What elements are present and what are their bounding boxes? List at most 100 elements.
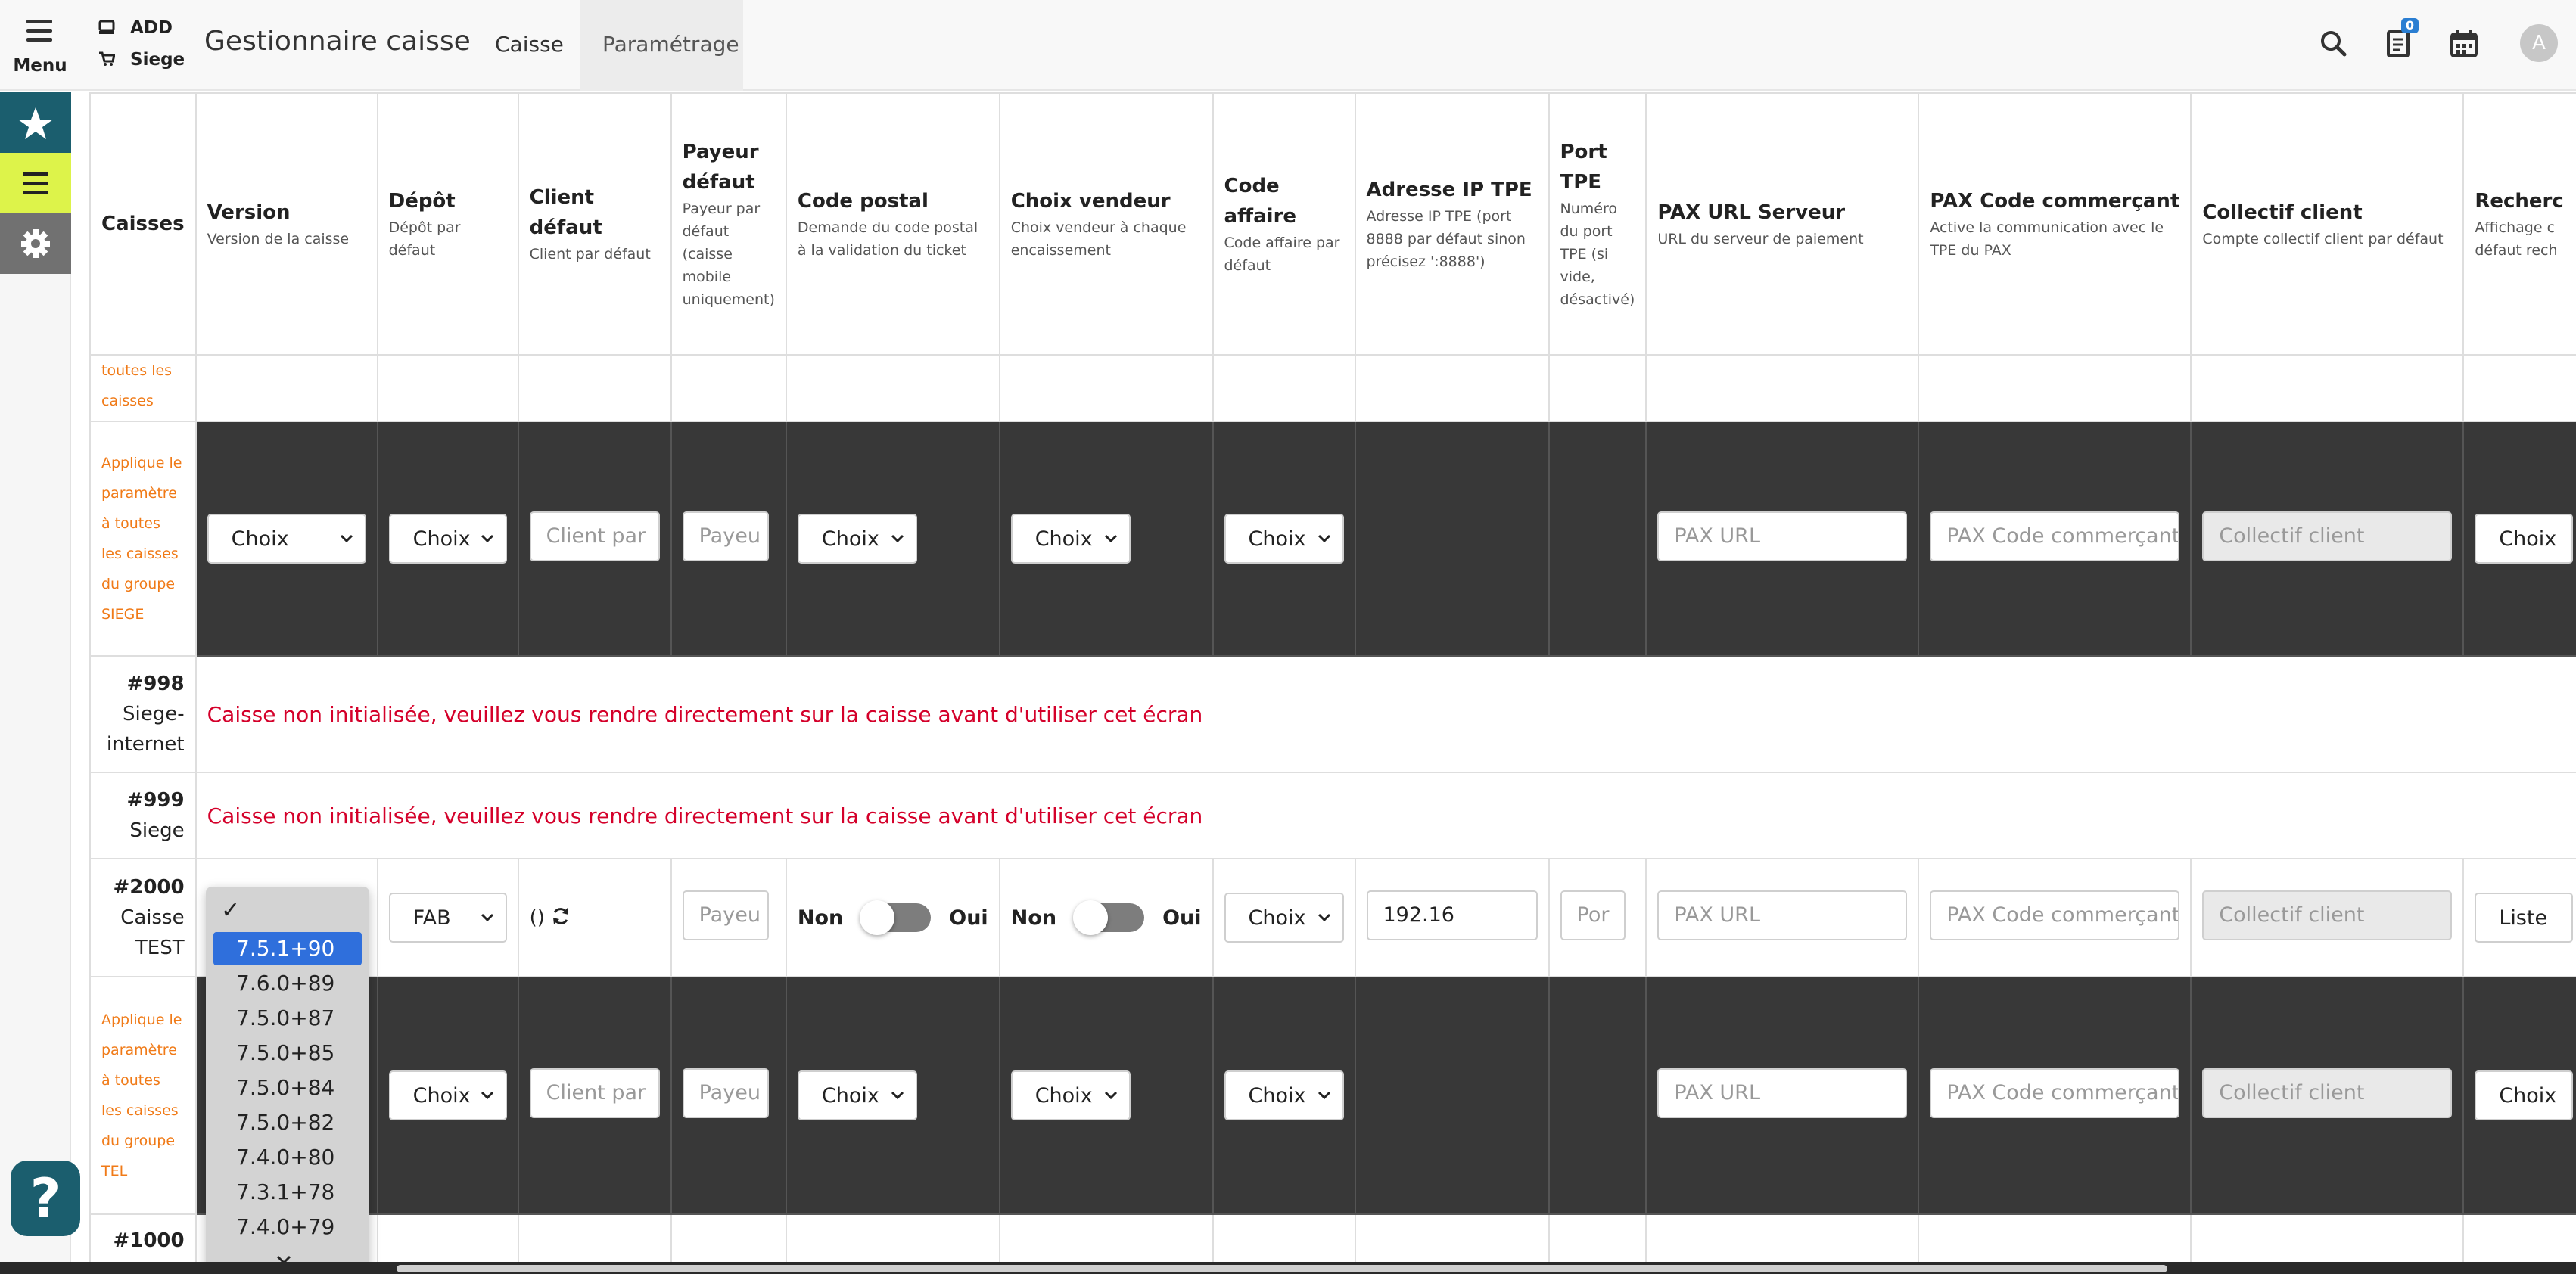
pax-code-input[interactable]: PAX Code commerçant (1930, 511, 2180, 561)
col-collectif-client: Collectif client Compte collectif client … (2190, 92, 2465, 356)
menu-button[interactable]: Menu (0, 0, 80, 91)
version-option[interactable]: 7.5.1+90 (213, 932, 362, 965)
table-row-group-tel: Applique le paramètre à toutes les caiss… (89, 976, 2576, 1215)
collectif-client-input: Collectif client (2202, 890, 2453, 940)
client-input[interactable]: Client par (529, 1067, 660, 1118)
user-avatar[interactable]: A (2520, 24, 2558, 62)
payeur-input[interactable]: Payeu (682, 511, 769, 561)
version-option[interactable]: 7.4.0+79 (213, 1210, 362, 1244)
version-option[interactable]: 7.5.0+82 (213, 1106, 362, 1139)
caisse-name: Siege (129, 819, 185, 842)
tab-parametrage[interactable]: Paramétrage (580, 0, 743, 91)
depot-select[interactable]: Choix (388, 514, 507, 564)
header-row: Caisses Version Version de la caisse Dépô… (89, 92, 2576, 356)
depot-select[interactable]: FAB (388, 893, 507, 943)
version-option[interactable]: 7.3.1+78 (213, 1176, 362, 1209)
chevron-down-icon (340, 534, 353, 543)
chevron-down-icon (481, 1091, 493, 1100)
caisse-number: #1000 (113, 1229, 185, 1252)
client-input[interactable]: Client par (529, 511, 660, 561)
table-row-999: #999 Siege Caisse non initialisée, veuil… (89, 772, 2576, 859)
choix-vendeur-toggle[interactable]: Non Oui (1011, 900, 1202, 935)
choix-vendeur-select[interactable]: Choix (1010, 1070, 1131, 1120)
hamburger-icon (26, 20, 52, 42)
pax-url-input[interactable]: PAX URL (1657, 511, 1908, 561)
toggle-switch[interactable] (860, 900, 932, 935)
code-affaire-select[interactable]: Choix (1224, 1070, 1344, 1120)
search-icon[interactable] (2317, 27, 2350, 61)
context-siege-label: Siege (130, 50, 185, 70)
tab-caisse[interactable]: Caisse (472, 0, 586, 91)
chevron-down-icon (891, 534, 904, 543)
col-pax-code: PAX Code commerçant Active la communicati… (1918, 92, 2192, 356)
chevron-down-icon (481, 534, 493, 543)
menu-label: Menu (13, 56, 67, 76)
caisse-number: #998 (126, 673, 185, 695)
checkmark-icon: ✓ (221, 897, 241, 924)
calendar-icon[interactable] (2447, 27, 2481, 61)
col-client-defaut: Client défaut Client par défaut (517, 92, 672, 356)
caisse-number: #999 (126, 789, 185, 812)
collectif-client-input: Collectif client (2202, 511, 2453, 561)
col-caisses: Caisses (89, 92, 197, 356)
recherche-select[interactable]: Choix (2475, 514, 2574, 564)
chevron-down-icon (1318, 1091, 1330, 1100)
depot-select[interactable]: Choix (388, 1070, 507, 1120)
context-add[interactable]: ADD (98, 18, 173, 38)
pax-code-input[interactable]: PAX Code commerçant (1930, 1067, 2180, 1118)
version-select[interactable]: Choix (207, 514, 366, 564)
version-option[interactable]: 7.4.0+80 (213, 1141, 362, 1174)
recherche-select[interactable]: Choix (2475, 1070, 2574, 1120)
port-tpe-input[interactable]: Por (1560, 890, 1626, 940)
settings-button[interactable] (0, 213, 71, 274)
version-option[interactable]: 7.5.0+85 (213, 1036, 362, 1070)
client-value: () (529, 906, 545, 929)
help-button[interactable]: ? (11, 1161, 80, 1236)
choix-vendeur-select[interactable]: Choix (1010, 514, 1131, 564)
chevron-down-icon (481, 913, 493, 922)
table-row-1000: #1000 (89, 1213, 2576, 1262)
payeur-input[interactable]: Payeu (682, 890, 769, 940)
scrollbar-thumb[interactable] (397, 1265, 2167, 1272)
toggle-switch[interactable] (1073, 900, 1145, 935)
collectif-client-input: Collectif client (2202, 1067, 2453, 1118)
tickets-button[interactable]: 0 (2382, 18, 2419, 61)
cart-icon (99, 51, 115, 66)
chevron-down-icon (1318, 913, 1330, 922)
refresh-icon[interactable] (551, 906, 571, 926)
version-option[interactable]: 7.5.0+84 (213, 1071, 362, 1105)
ip-tpe-input[interactable]: 192.16 (1366, 890, 1538, 940)
apply-label-tel: Applique le paramètre à toutes les caiss… (101, 1011, 182, 1179)
version-dropdown[interactable]: ✓ 7.5.1+90 7.6.0+89 7.5.0+87 7.5.0+85 7.… (206, 887, 369, 1274)
recherche-select[interactable]: Liste (2475, 893, 2574, 943)
col-port-tpe: Port TPE Numéro du port TPE (si vide, dés… (1548, 92, 1647, 356)
context-add-label: ADD (130, 18, 173, 38)
code-postal-select[interactable]: Choix (797, 1070, 917, 1120)
context-siege[interactable]: Siege (98, 50, 185, 70)
payeur-input[interactable]: Payeu (682, 1067, 769, 1118)
code-affaire-select[interactable]: Choix (1224, 514, 1344, 564)
pax-url-input[interactable]: PAX URL (1657, 890, 1908, 940)
version-option[interactable]: 7.6.0+89 (213, 967, 362, 1000)
table-row-group-siege: Applique le paramètre à toutes les caiss… (89, 421, 2576, 657)
settings-grid-container[interactable]: Caisses Version Version de la caisse Dépô… (89, 92, 2576, 1262)
uninitialized-error: Caisse non initialisée, veuillez vous re… (207, 803, 1203, 828)
notification-badge: 0 (2400, 18, 2419, 33)
col-code-postal: Code postal Demande du code postal à la v… (785, 92, 1000, 356)
code-postal-select[interactable]: Choix (797, 514, 917, 564)
code-affaire-select[interactable]: Choix (1224, 893, 1344, 943)
register-icon (98, 20, 115, 34)
apply-label-siege: Applique le paramètre à toutes les caiss… (101, 455, 182, 623)
gear-icon (21, 229, 50, 258)
pax-code-input[interactable]: PAX Code commerçant (1930, 890, 2180, 940)
code-postal-toggle[interactable]: Non Oui (798, 900, 988, 935)
list-menu-button[interactable] (0, 153, 71, 213)
chevron-down-icon (1104, 534, 1117, 543)
pax-url-input[interactable]: PAX URL (1657, 1067, 1908, 1118)
caisse-number: #2000 (113, 876, 185, 899)
caisse-name: Caisse TEST (120, 906, 185, 959)
favorites-button[interactable] (0, 92, 71, 153)
horizontal-scrollbar[interactable] (0, 1262, 2576, 1274)
chevron-down-icon (891, 1091, 904, 1100)
version-option[interactable]: 7.5.0+87 (213, 1002, 362, 1035)
